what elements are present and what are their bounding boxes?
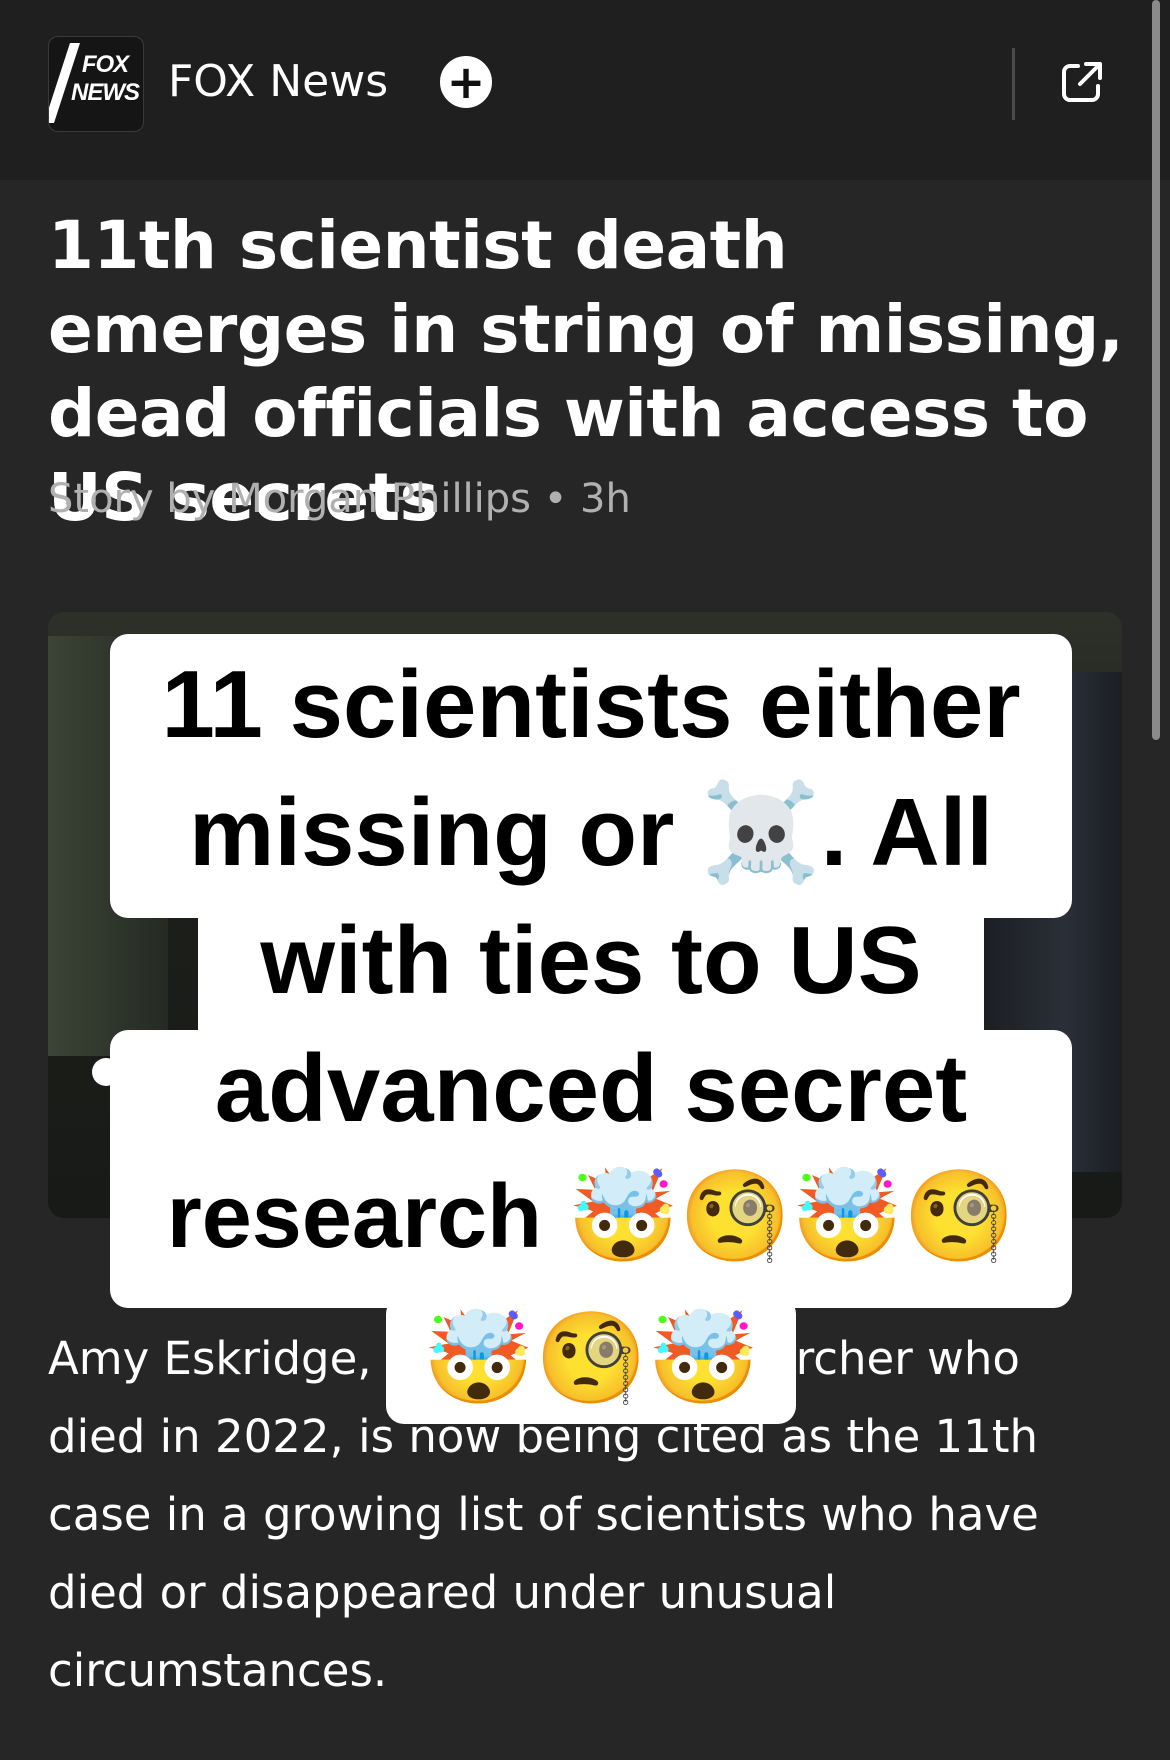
caption-line-6: 🤯🧐🤯 — [422, 1309, 760, 1409]
logo-text-news: NEWS — [71, 79, 140, 106]
header-divider — [1012, 48, 1015, 120]
fox-news-logo[interactable]: FOX NEWS — [48, 36, 144, 132]
body-text-start: Amy Eskridge, a — [48, 1332, 414, 1385]
caption-line-2: missing or ☠️. All — [188, 779, 994, 886]
article-byline: Story by Morgan Phillips • 3h — [48, 476, 631, 522]
byline-age: 3h — [580, 476, 631, 522]
caption-line-3: with ties to US — [260, 907, 922, 1014]
caption-line-5: research 🤯🧐🤯🧐 — [166, 1167, 1016, 1267]
external-link-icon[interactable] — [1058, 58, 1106, 106]
publisher-name[interactable]: FOX News — [168, 56, 388, 107]
logo-text-fox: FOX — [81, 51, 129, 78]
scrollbar[interactable] — [1152, 0, 1160, 740]
caption-line-4: advanced secret — [214, 1035, 968, 1142]
app-header: FOX NEWS FOX News + — [0, 0, 1170, 180]
caption-line-1: 11 scientists either — [161, 651, 1021, 758]
follow-button[interactable]: + — [436, 52, 496, 112]
byline-author[interactable]: Story by Morgan Phillips — [48, 476, 531, 522]
byline-separator: • — [543, 476, 568, 522]
